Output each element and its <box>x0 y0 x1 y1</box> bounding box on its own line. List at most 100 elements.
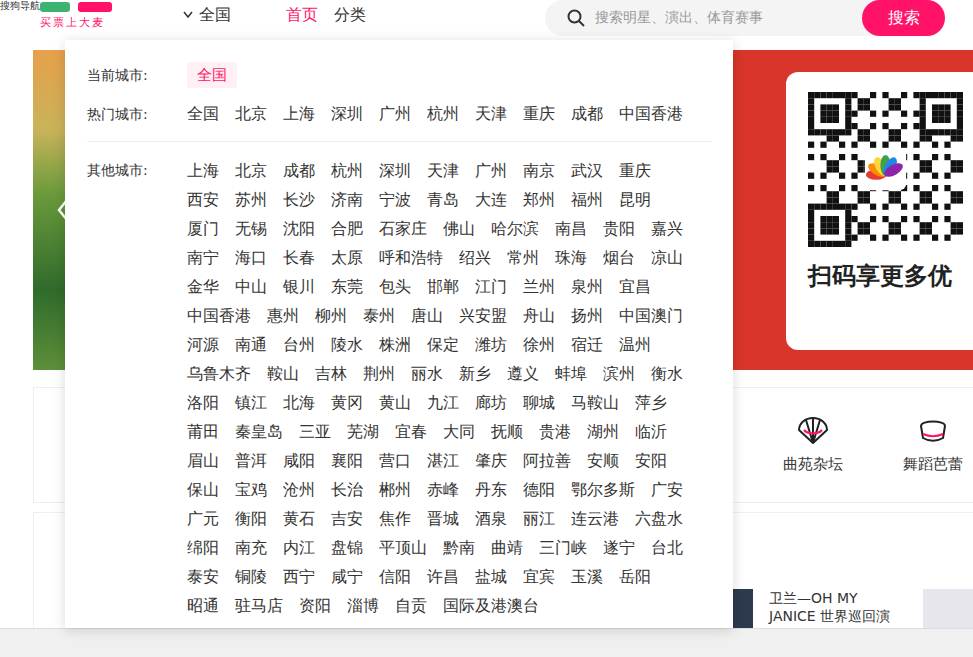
city-link[interactable]: 北海 <box>283 388 315 417</box>
city-link[interactable]: 三门峡 <box>539 533 587 562</box>
city-link[interactable]: 大连 <box>475 185 507 214</box>
city-link[interactable]: 江门 <box>475 272 507 301</box>
city-link[interactable]: 中国香港 <box>619 101 683 127</box>
city-link[interactable]: 廊坊 <box>475 388 507 417</box>
city-link[interactable]: 六盘水 <box>635 504 683 533</box>
city-link[interactable]: 重庆 <box>523 101 555 127</box>
city-link[interactable]: 鞍山 <box>267 359 299 388</box>
city-link[interactable]: 惠州 <box>267 301 299 330</box>
city-link[interactable]: 重庆 <box>619 156 651 185</box>
city-link[interactable]: 焦作 <box>379 504 411 533</box>
city-link[interactable]: 长治 <box>331 475 363 504</box>
city-link[interactable]: 南昌 <box>555 214 587 243</box>
city-link[interactable]: 舟山 <box>523 301 555 330</box>
city-link[interactable]: 驻马店 <box>235 591 283 620</box>
city-link[interactable]: 银川 <box>283 272 315 301</box>
city-link[interactable]: 哈尔滨 <box>491 214 539 243</box>
city-link[interactable]: 聊城 <box>523 388 555 417</box>
city-link[interactable]: 滨州 <box>603 359 635 388</box>
city-link[interactable]: 南充 <box>235 533 267 562</box>
city-link[interactable]: 嘉兴 <box>651 214 683 243</box>
city-link[interactable]: 衡水 <box>651 359 683 388</box>
city-link[interactable]: 天津 <box>427 156 459 185</box>
city-link[interactable]: 柳州 <box>315 301 347 330</box>
city-link[interactable]: 郴州 <box>379 475 411 504</box>
city-link[interactable]: 西宁 <box>283 562 315 591</box>
city-link[interactable]: 烟台 <box>603 243 635 272</box>
city-link[interactable]: 黄冈 <box>331 388 363 417</box>
city-link[interactable]: 德阳 <box>523 475 555 504</box>
city-switch[interactable]: 全国 <box>183 0 231 26</box>
city-link[interactable]: 宁波 <box>379 185 411 214</box>
city-link[interactable]: 咸宁 <box>331 562 363 591</box>
city-link[interactable]: 上海 <box>187 156 219 185</box>
city-link[interactable]: 河源 <box>187 330 219 359</box>
city-link[interactable]: 安阳 <box>635 446 667 475</box>
city-link[interactable]: 盘锦 <box>331 533 363 562</box>
city-link[interactable]: 广州 <box>475 156 507 185</box>
city-link[interactable]: 南京 <box>523 156 555 185</box>
city-link[interactable]: 三亚 <box>299 417 331 446</box>
city-link[interactable]: 铜陵 <box>235 562 267 591</box>
city-link[interactable]: 黔南 <box>443 533 475 562</box>
city-link[interactable]: 普洱 <box>235 446 267 475</box>
city-link[interactable]: 武汉 <box>571 156 603 185</box>
city-link[interactable]: 泰州 <box>363 301 395 330</box>
city-link[interactable]: 宿迁 <box>571 330 603 359</box>
city-link[interactable]: 北京 <box>235 101 267 127</box>
city-link[interactable]: 盐城 <box>475 562 507 591</box>
city-link[interactable]: 台北 <box>651 533 683 562</box>
city-link[interactable]: 酒泉 <box>475 504 507 533</box>
city-link[interactable]: 湛江 <box>427 446 459 475</box>
city-link[interactable]: 上海 <box>283 101 315 127</box>
city-link[interactable]: 芜湖 <box>347 417 379 446</box>
city-link[interactable]: 连云港 <box>571 504 619 533</box>
city-link[interactable]: 台州 <box>283 330 315 359</box>
city-link[interactable]: 淄博 <box>347 591 379 620</box>
city-link[interactable]: 玉溪 <box>571 562 603 591</box>
city-link[interactable]: 马鞍山 <box>571 388 619 417</box>
city-link[interactable]: 临沂 <box>635 417 667 446</box>
city-link[interactable]: 天津 <box>475 101 507 127</box>
city-link[interactable]: 中山 <box>235 272 267 301</box>
city-link[interactable]: 吉安 <box>331 504 363 533</box>
city-link[interactable]: 凉山 <box>651 243 683 272</box>
city-link[interactable]: 岳阳 <box>619 562 651 591</box>
city-link[interactable]: 内江 <box>283 533 315 562</box>
city-link[interactable]: 杭州 <box>427 101 459 127</box>
current-city-chip[interactable]: 全国 <box>187 62 237 88</box>
city-link[interactable]: 株洲 <box>379 330 411 359</box>
city-link[interactable]: 全国 <box>187 101 219 127</box>
city-link[interactable]: 邯郸 <box>427 272 459 301</box>
city-link[interactable]: 眉山 <box>187 446 219 475</box>
city-link[interactable]: 成都 <box>571 101 603 127</box>
city-link[interactable]: 肇庆 <box>475 446 507 475</box>
city-link[interactable]: 宜春 <box>395 417 427 446</box>
nav-link[interactable]: 首页 <box>286 4 318 26</box>
city-link[interactable]: 乌鲁木齐 <box>187 359 251 388</box>
city-link[interactable]: 中国香港 <box>187 301 251 330</box>
search-button[interactable]: 搜索 <box>862 0 945 36</box>
city-link[interactable]: 无锡 <box>235 214 267 243</box>
city-link[interactable]: 资阳 <box>299 591 331 620</box>
city-link[interactable]: 沧州 <box>283 475 315 504</box>
city-link[interactable]: 长春 <box>283 243 315 272</box>
city-link[interactable]: 黄石 <box>283 504 315 533</box>
city-link[interactable]: 赤峰 <box>427 475 459 504</box>
city-link[interactable]: 丹东 <box>475 475 507 504</box>
city-link[interactable]: 泉州 <box>571 272 603 301</box>
city-link[interactable]: 呼和浩特 <box>379 243 443 272</box>
nav-link[interactable]: 分类 <box>334 4 366 26</box>
city-link[interactable]: 郑州 <box>523 185 555 214</box>
show-title[interactable]: 卫兰—OH MY JANICE 世界巡回演 <box>769 589 907 625</box>
city-link[interactable]: 青岛 <box>427 185 459 214</box>
city-link[interactable]: 黄山 <box>379 388 411 417</box>
city-link[interactable]: 绍兴 <box>459 243 491 272</box>
city-link[interactable]: 佛山 <box>443 214 475 243</box>
city-link[interactable]: 丽水 <box>411 359 443 388</box>
city-link[interactable]: 贵港 <box>539 417 571 446</box>
city-link[interactable]: 咸阳 <box>283 446 315 475</box>
city-link[interactable]: 苏州 <box>235 185 267 214</box>
city-link[interactable]: 宝鸡 <box>235 475 267 504</box>
city-link[interactable]: 太原 <box>331 243 363 272</box>
